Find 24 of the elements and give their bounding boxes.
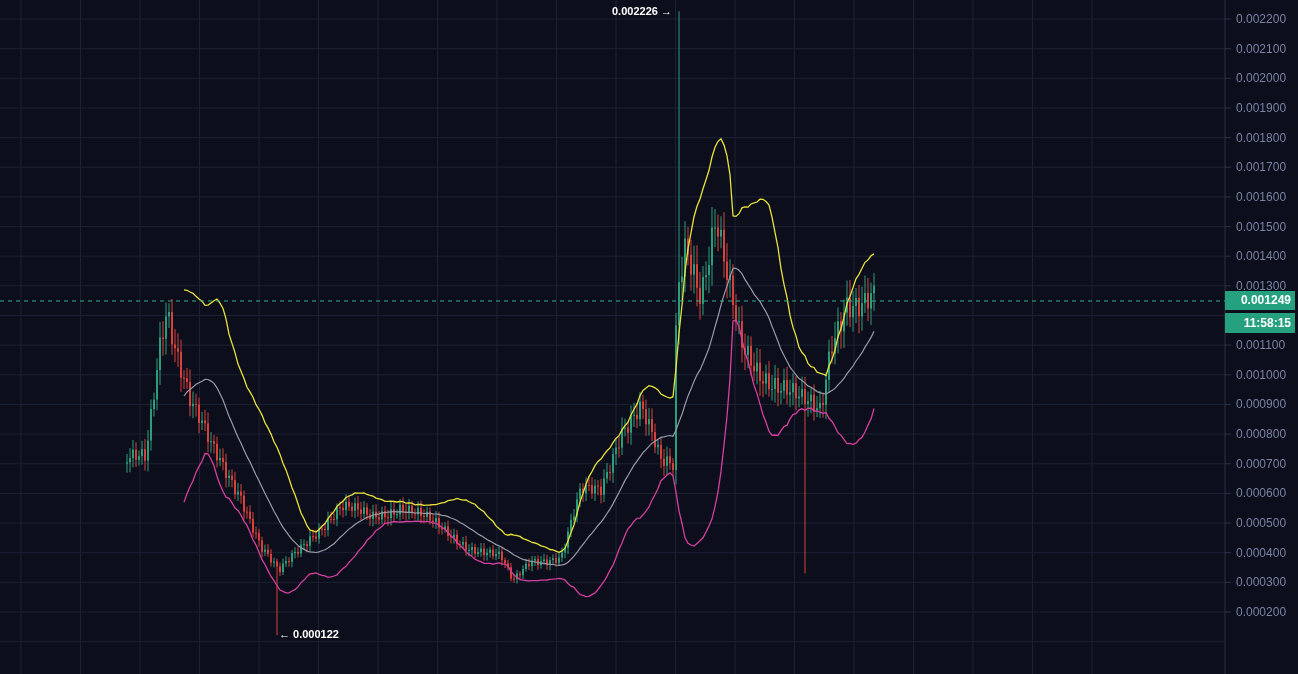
price-axis-label: 0.002200 xyxy=(1236,12,1287,26)
price-axis-label: 0.000500 xyxy=(1236,516,1287,531)
price-axis-label: 0.001700 xyxy=(1236,160,1287,175)
price-axis-label: 0.001400 xyxy=(1236,249,1287,264)
price-axis-label: 0.002000 xyxy=(1236,71,1287,86)
price-axis-label: 0.001800 xyxy=(1236,130,1287,145)
price-axis-label: 0.000200 xyxy=(1236,605,1287,619)
price-axis-label: 0.001100 xyxy=(1236,338,1286,353)
price-axis-label: 0.001900 xyxy=(1236,100,1287,115)
price-axis-label: 0.000700 xyxy=(1236,456,1287,471)
price-axis-label: 0.001600 xyxy=(1236,189,1287,204)
high-price-label: 0.002226 → xyxy=(612,4,672,18)
current-price-tag: 0.001249 xyxy=(1225,291,1295,311)
countdown-tag: 11:58:15 xyxy=(1225,312,1295,333)
price-axis-label: 0.001300 xyxy=(1236,278,1287,293)
price-axis-label: 0.000900 xyxy=(1236,397,1287,412)
price-axis-label: 0.001000 xyxy=(1236,367,1287,382)
price-axis-label: 0.000300 xyxy=(1236,575,1287,590)
price-axis-label: 0.002100 xyxy=(1236,41,1287,56)
low-price-label: ← 0.000122 xyxy=(279,627,339,641)
price-axis-label: 0.000800 xyxy=(1236,427,1287,442)
price-axis-label: 0.001500 xyxy=(1236,219,1287,234)
price-axis-label: 0.000400 xyxy=(1236,545,1287,560)
price-axis-label: 0.000600 xyxy=(1236,486,1287,501)
